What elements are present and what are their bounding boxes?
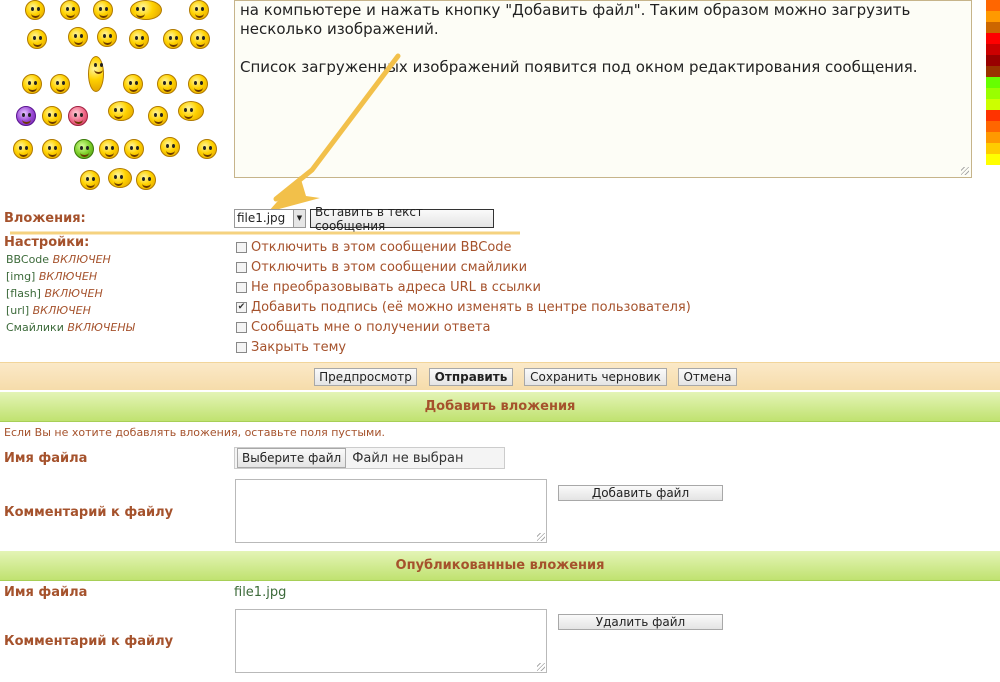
attachments-label: Вложения: [4, 211, 86, 226]
option-label: Добавить подпись (её можно изменять в це… [251, 299, 691, 315]
delete-file-button[interactable]: Удалить файл [558, 614, 723, 630]
choose-file-button[interactable]: Выберите файл [237, 448, 347, 468]
option-notify-reply[interactable]: Сообщать мне о получении ответа [236, 317, 491, 337]
published-filename-label: Имя файла [4, 585, 88, 600]
option-label: Отключить в этом сообщении смайлики [251, 259, 528, 275]
option-label: Закрыть тему [251, 339, 347, 355]
option-disable-url[interactable]: Не преобразовывать адреса URL в ссылки [236, 277, 541, 297]
settings-item: Смайлики ВКЛЮЧЕНЫ [6, 321, 135, 334]
resize-grip[interactable] [537, 533, 545, 541]
published-comment-input[interactable] [235, 609, 547, 673]
settings-item: BBCode ВКЛЮЧЕН [6, 253, 111, 266]
filename-label: Имя файла [4, 451, 88, 466]
option-attach-signature[interactable]: ✔ Добавить подпись (её можно изменять в … [236, 297, 691, 317]
submit-button[interactable]: Отправить [429, 368, 513, 386]
file-status: Файл не выбран [352, 450, 464, 466]
checkbox[interactable] [236, 341, 247, 353]
attachment-selected-file: file1.jpg [237, 211, 286, 225]
settings-list: BBCode ВКЛЮЧЕН [img] ВКЛЮЧЕН [flash] ВКЛ… [6, 251, 135, 336]
chevron-down-icon[interactable]: ▼ [293, 210, 305, 227]
published-filename: file1.jpg [234, 585, 287, 600]
resize-grip[interactable] [537, 663, 545, 671]
option-disable-smilies[interactable]: Отключить в этом сообщении смайлики [236, 257, 527, 277]
checkbox-checked[interactable]: ✔ [236, 301, 247, 313]
settings-label: Настройки: [4, 235, 90, 250]
option-lock-topic[interactable]: Закрыть тему [236, 337, 346, 357]
file-comment-input[interactable] [235, 479, 547, 543]
add-attachments-header: Добавить вложения [0, 392, 1000, 422]
save-draft-button[interactable]: Сохранить черновик [524, 368, 667, 386]
checkbox[interactable] [236, 261, 247, 273]
add-attachments-note: Если Вы не хотите добавлять вложения, ос… [4, 426, 385, 439]
option-disable-bbcode[interactable]: Отключить в этом сообщении BBCode [236, 237, 512, 257]
checkbox[interactable] [236, 321, 247, 333]
settings-item: [url] ВКЛЮЧЕН [6, 304, 91, 317]
published-comment-label: Комментарий к файлу [4, 634, 174, 649]
settings-item: [flash] ВКЛЮЧЕН [6, 287, 103, 300]
option-label: Отключить в этом сообщении BBCode [251, 239, 512, 255]
cancel-button[interactable]: Отмена [678, 368, 737, 386]
option-label: Сообщать мне о получении ответа [251, 319, 491, 335]
checkbox[interactable] [236, 241, 247, 253]
option-label: Не преобразовывать адреса URL в ссылки [251, 279, 541, 295]
insert-into-message-button[interactable]: Вставить в текст сообщения [310, 205, 494, 233]
comment-label: Комментарий к файлу [4, 505, 174, 520]
file-input[interactable]: Выберите файл Файл не выбран [234, 447, 505, 469]
checkbox[interactable] [236, 281, 247, 293]
published-attachments-header: Опубликованные вложения [0, 551, 1000, 581]
add-file-button[interactable]: Добавить файл [558, 485, 723, 501]
attachment-select[interactable]: file1.jpg ▼ [234, 209, 306, 228]
settings-item: [img] ВКЛЮЧЕН [6, 270, 98, 283]
preview-button[interactable]: Предпросмотр [314, 368, 417, 386]
